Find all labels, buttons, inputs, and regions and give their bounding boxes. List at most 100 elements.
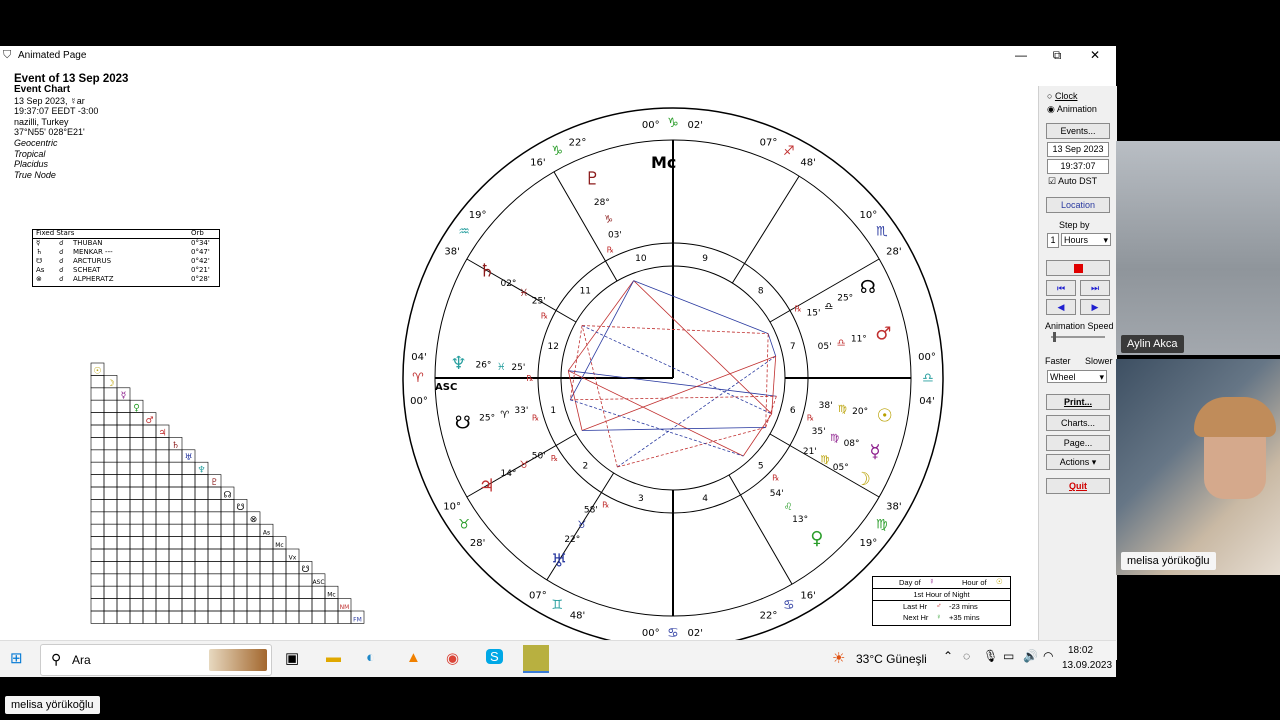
fixed-star-orb: 0°28' xyxy=(191,275,210,283)
search-box[interactable]: ⚲ Ara xyxy=(40,644,272,676)
actions-button[interactable]: Actions ▾ xyxy=(1046,454,1110,470)
setting-zodiac: Geocentric xyxy=(14,137,58,148)
planet-sign: ♓ xyxy=(520,288,529,299)
page-button[interactable]: Page... xyxy=(1046,435,1110,451)
aspect-grid-cell xyxy=(181,561,196,575)
aspect-grid-glyph: ☊ xyxy=(224,490,232,500)
aspect-grid-cell xyxy=(220,573,235,587)
chrome-icon[interactable]: ◉ xyxy=(446,649,459,667)
close-button[interactable]: ✕ xyxy=(1077,46,1113,66)
slower-label: Slower xyxy=(1085,356,1113,366)
skype-icon[interactable]: S xyxy=(486,649,503,664)
sign-degree: 10° xyxy=(859,210,877,221)
location-button[interactable]: Location xyxy=(1046,197,1110,213)
step-unit-select[interactable]: Hours ▾ xyxy=(1061,233,1111,246)
vlc-icon[interactable]: ▲ xyxy=(406,649,421,666)
restore-button[interactable]: ⧉ xyxy=(1039,46,1075,66)
radio-clock[interactable]: ○ Clock xyxy=(1047,91,1077,101)
print-button[interactable]: Print... xyxy=(1046,394,1110,410)
aspect-grid-cell xyxy=(90,474,105,488)
chart-page: Event of 13 Sep 2023 Event Chart 13 Sep … xyxy=(0,66,1117,660)
sign-degree: 16' xyxy=(800,590,815,601)
volume-icon[interactable]: 🔊 xyxy=(1023,649,1038,663)
planet-minutes: 25' xyxy=(532,297,546,307)
sign-degree: 04' xyxy=(411,352,426,363)
sign-degree: 38' xyxy=(444,247,459,258)
retrograde-mark: ℞ xyxy=(602,500,609,509)
quit-button[interactable]: Quit xyxy=(1046,478,1110,494)
aspect-grid-cell xyxy=(168,548,183,562)
astrology-app-icon[interactable] xyxy=(523,645,549,673)
aspect-grid-cell xyxy=(116,536,131,550)
last-step-button[interactable]: ⏭ xyxy=(1080,280,1110,296)
sign-degree: 02' xyxy=(687,628,702,639)
aspect-grid-cell xyxy=(90,375,105,389)
planet-glyph: ♇ xyxy=(584,169,600,190)
aspect-grid-cell xyxy=(168,461,183,475)
aspect-grid-cell xyxy=(90,511,105,525)
aspect-grid-cell xyxy=(259,561,274,575)
fixed-star-name: ARCTURUS xyxy=(73,257,112,265)
step-value-field[interactable]: 1 xyxy=(1047,233,1059,248)
fixed-star-name: SCHEAT xyxy=(73,266,101,274)
search-placeholder: Ara xyxy=(72,653,91,667)
date-field[interactable]: 13 Sep 2023 xyxy=(1047,142,1109,157)
retrograde-mark: ℞ xyxy=(532,413,539,422)
aspect-grid-cell xyxy=(194,523,209,537)
fixed-star-row: ☋ ☌ ARCTURUS 0°42' xyxy=(33,257,219,266)
aspect-grid-cell xyxy=(155,610,170,624)
aspect-grid-cell xyxy=(194,561,209,575)
windows-start-icon[interactable]: ⊞ xyxy=(10,649,23,667)
events-button[interactable]: Events... xyxy=(1046,123,1110,139)
stop-icon xyxy=(1073,264,1083,274)
aspect-grid-cell xyxy=(246,561,261,575)
file-explorer-icon[interactable]: ▬ xyxy=(326,649,341,666)
aspect-line xyxy=(568,370,744,457)
microphone-icon[interactable]: 🎙 xyxy=(983,649,998,663)
aspect-grid-cell xyxy=(259,598,274,612)
minimize-button[interactable]: — xyxy=(1003,46,1039,66)
radio-animation[interactable]: ◉ Animation xyxy=(1047,104,1097,115)
event-info: Event of 13 Sep 2023 Event Chart 13 Sep … xyxy=(14,73,128,180)
aspect-grid-cell xyxy=(168,449,183,463)
aspect-grid-cell xyxy=(246,598,261,612)
speed-slider-thumb[interactable] xyxy=(1053,332,1056,342)
aspect-line xyxy=(582,426,766,431)
aspect-grid-cell xyxy=(90,486,105,500)
clock-date[interactable]: 13.09.2023 xyxy=(1062,660,1112,671)
aspect-grid-cell xyxy=(90,412,105,426)
auto-dst-checkbox[interactable]: ☑ Auto DST xyxy=(1048,176,1097,187)
window-title: Animated Page xyxy=(18,50,87,61)
speed-slider[interactable] xyxy=(1051,336,1105,338)
aspect-grid-cell xyxy=(298,573,313,587)
time-field[interactable]: 19:37:07 xyxy=(1047,159,1109,174)
fixed-star-aspect: ☌ xyxy=(59,239,64,247)
next-hour-value: +35 mins xyxy=(949,613,980,622)
camera-icon[interactable]: ◌ xyxy=(963,649,970,663)
fixed-star-row: ⊗ ☌ ALPHERATZ 0°28' xyxy=(33,275,219,284)
wifi-icon[interactable]: ◠ xyxy=(1043,649,1053,663)
view-mode-select[interactable]: Wheel ▾ xyxy=(1047,370,1107,383)
sun-icon: ☉ xyxy=(996,577,1003,586)
chevron-up-icon[interactable]: ⌃ xyxy=(943,649,953,663)
aspect-grid-cell xyxy=(103,461,118,475)
clock-time[interactable]: 18:02 xyxy=(1068,645,1093,656)
planet-degree: 14° xyxy=(500,469,516,479)
stop-button[interactable] xyxy=(1046,260,1110,276)
aspect-grid-cell xyxy=(233,585,248,599)
aspect-grid-glyph: ♅ xyxy=(184,453,192,463)
aspect-grid-glyph: ♇ xyxy=(210,478,218,488)
display-icon[interactable]: ▭ xyxy=(1003,649,1014,663)
planet-degree: 13° xyxy=(792,515,808,525)
play-forward-button[interactable]: ▶ xyxy=(1080,299,1110,315)
aspect-grid-cell xyxy=(129,499,144,513)
sign-glyph: ♑ xyxy=(667,116,679,131)
charts-button[interactable]: Charts... xyxy=(1046,415,1110,431)
task-view-icon[interactable]: ▣ xyxy=(285,649,299,667)
chart-wheel: 123 45678910111200° ♑ 02'07°♐48'10°♏28'00°♎… xyxy=(402,107,944,642)
play-back-button[interactable]: ◀ xyxy=(1046,299,1076,315)
edge-icon[interactable]: ◐ xyxy=(366,649,375,666)
weather-text[interactable]: 33°C Güneşli xyxy=(856,652,927,666)
aspect-grid-cell xyxy=(155,573,170,587)
first-step-button[interactable]: ⏮ xyxy=(1046,280,1076,296)
